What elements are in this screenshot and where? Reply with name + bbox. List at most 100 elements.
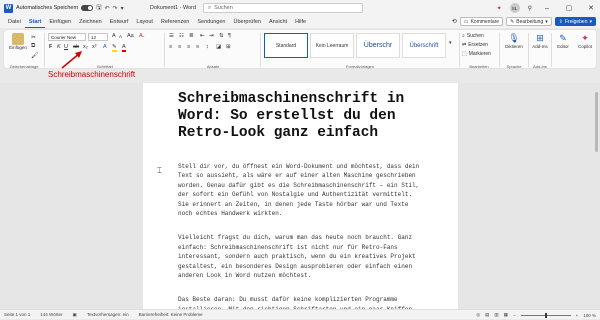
tab-referenzen[interactable]: Referenzen bbox=[157, 16, 193, 28]
copilot-button[interactable]: ✦ Copilot bbox=[574, 33, 596, 49]
comments-button[interactable]: ▭ Kommentare bbox=[460, 17, 503, 26]
vertical-scrollbar[interactable] bbox=[594, 88, 598, 303]
editor-button[interactable]: ✎ Editor bbox=[553, 33, 573, 49]
web-layout-icon[interactable]: ▦ bbox=[504, 312, 508, 318]
find-label: Suchen bbox=[467, 33, 484, 39]
align-left-icon[interactable]: ≡ bbox=[169, 44, 172, 50]
find-button[interactable]: ⌕ Suchen bbox=[462, 33, 484, 39]
text-cursor-icon: ⌶ bbox=[157, 166, 162, 176]
scrollbar-thumb[interactable] bbox=[595, 92, 598, 152]
share-icon: ⇪ bbox=[559, 19, 563, 25]
font-color-icon[interactable]: A bbox=[122, 44, 126, 52]
addins-group: ⊞ Add-Ins Add-Ins bbox=[530, 30, 550, 70]
more-commands-icon[interactable]: ▾ bbox=[121, 5, 124, 12]
tab-ueberpruefen[interactable]: Überprüfen bbox=[229, 16, 265, 28]
tab-datei[interactable]: Datei bbox=[4, 16, 25, 28]
bullets-icon[interactable]: ☰ bbox=[169, 33, 174, 39]
save-icon[interactable]: 🖫 bbox=[96, 3, 101, 13]
tab-start[interactable]: Start bbox=[25, 16, 46, 28]
shrink-font-icon[interactable]: A bbox=[119, 34, 122, 39]
superscript-button[interactable]: x² bbox=[92, 44, 97, 50]
zoom-in-icon[interactable]: + bbox=[576, 313, 579, 318]
tab-sendungen[interactable]: Sendungen bbox=[193, 16, 229, 28]
addins-label: Add-Ins bbox=[531, 44, 549, 49]
styles-more-icon[interactable]: ▾ bbox=[449, 40, 452, 46]
show-marks-icon[interactable]: ¶ bbox=[228, 33, 231, 39]
proofing-icon[interactable]: ▣ bbox=[73, 312, 77, 318]
search-input[interactable]: ⌕ Suchen bbox=[203, 3, 363, 13]
chevron-down-icon: ▾ bbox=[545, 19, 548, 25]
search-icon: ⌕ bbox=[462, 33, 465, 39]
bold-button[interactable]: F bbox=[49, 44, 52, 50]
focus-icon[interactable]: ◎ bbox=[476, 312, 480, 318]
status-bar: Seite 1 von 1 144 Wörter ▣ Textvorhersag… bbox=[0, 309, 600, 319]
zoom-slider-thumb[interactable] bbox=[545, 313, 547, 318]
tab-einfuegen[interactable]: Einfügen bbox=[45, 16, 75, 28]
tab-entwurf[interactable]: Entwurf bbox=[106, 16, 133, 28]
tab-zeichnen[interactable]: Zeichnen bbox=[75, 16, 106, 28]
editing-mode-button[interactable]: ✎ Bearbeitung ▾ bbox=[506, 17, 552, 26]
tab-hilfe[interactable]: Hilfe bbox=[291, 16, 310, 28]
increase-indent-icon[interactable]: ⇥ bbox=[209, 33, 214, 39]
align-center-icon[interactable]: ≡ bbox=[178, 44, 181, 50]
select-button[interactable]: ⬚ Markieren bbox=[462, 51, 491, 57]
sort-icon[interactable]: ⇅ bbox=[219, 33, 224, 39]
document-page[interactable]: Schreibmaschinenschrift in Word: So erst… bbox=[143, 83, 458, 309]
shading-icon[interactable]: ◪ bbox=[216, 44, 221, 50]
justify-icon[interactable]: ≡ bbox=[196, 44, 199, 50]
text-prediction-status[interactable]: Textvorhersagen: ein bbox=[87, 312, 129, 317]
maximize-button[interactable]: ▢ bbox=[562, 4, 576, 12]
avatar[interactable]: SL bbox=[510, 3, 520, 13]
clipboard-group-label: Zwischenablage bbox=[6, 64, 42, 69]
tab-ansicht[interactable]: Ansicht bbox=[265, 16, 291, 28]
cut-icon[interactable]: ✂ bbox=[31, 34, 36, 41]
word-count[interactable]: 144 Wörter bbox=[40, 312, 62, 317]
highlight-icon[interactable]: ✎ bbox=[112, 44, 117, 52]
paste-button[interactable]: Einfügen bbox=[9, 33, 27, 50]
clear-format-icon[interactable]: A̶ bbox=[139, 33, 143, 39]
share-button[interactable]: ⇪ Freigeben ▾ bbox=[555, 17, 596, 26]
format-painter-icon[interactable]: 🖌 bbox=[31, 52, 39, 59]
style-heading-1[interactable]: Überschr bbox=[356, 33, 400, 58]
undo-icon[interactable]: ↶ bbox=[105, 5, 110, 12]
read-mode-icon[interactable]: ▤ bbox=[485, 312, 489, 318]
style-no-spacing[interactable]: Kein Leerraum bbox=[310, 33, 354, 58]
zoom-level[interactable]: 100 % bbox=[583, 313, 596, 318]
print-layout-icon[interactable]: ▥ bbox=[494, 312, 498, 318]
dictate-button[interactable]: 🎙 Diktieren bbox=[503, 33, 525, 49]
tab-layout[interactable]: Layout bbox=[132, 16, 157, 28]
autosave-toggle[interactable] bbox=[81, 5, 93, 11]
font-size-value: 12 bbox=[91, 35, 96, 40]
change-case-icon[interactable]: Aa bbox=[127, 33, 134, 39]
zoom-out-icon[interactable]: − bbox=[513, 313, 516, 318]
annotation-label: Schreibmaschinenschrift bbox=[48, 70, 135, 79]
align-right-icon[interactable]: ≡ bbox=[187, 44, 190, 50]
zoom-slider[interactable] bbox=[521, 315, 571, 316]
redo-icon[interactable]: ↷ bbox=[113, 5, 118, 12]
line-spacing-icon[interactable]: ↕ bbox=[206, 44, 209, 50]
text-effects-icon[interactable]: A bbox=[103, 44, 107, 50]
grow-font-icon[interactable]: A bbox=[112, 33, 116, 39]
numbering-icon[interactable]: ☷ bbox=[179, 33, 184, 39]
style-standard-label: Standard bbox=[276, 43, 296, 49]
ribbon-tabs: Datei Start Einfügen Zeichnen Entwurf La… bbox=[0, 16, 600, 28]
replace-label: Ersetzen bbox=[468, 42, 488, 48]
style-standard[interactable]: Standard bbox=[264, 33, 308, 58]
addins-button[interactable]: ⊞ Add-Ins bbox=[531, 33, 549, 49]
page-count[interactable]: Seite 1 von 1 bbox=[4, 312, 30, 317]
multilevel-list-icon[interactable]: ≣ bbox=[189, 33, 194, 39]
bulb-icon[interactable]: ⚲ bbox=[528, 5, 532, 12]
font-size-select[interactable]: 12 bbox=[88, 33, 108, 41]
copy-icon[interactable]: ⧉ bbox=[31, 43, 35, 50]
minimize-button[interactable]: – bbox=[540, 5, 554, 12]
decrease-indent-icon[interactable]: ⇤ bbox=[200, 33, 205, 39]
close-button[interactable]: ✕ bbox=[584, 4, 598, 12]
copilot-icon[interactable]: ✦ bbox=[497, 5, 502, 12]
style-heading-2[interactable]: Überschrift bbox=[402, 33, 446, 58]
borders-icon[interactable]: ⊞ bbox=[226, 44, 231, 50]
replace-button[interactable]: ⇄ Ersetzen bbox=[462, 42, 488, 48]
accessibility-status[interactable]: Barrierefreiheit: Keine Probleme bbox=[139, 312, 203, 317]
font-name-select[interactable]: Courier New bbox=[48, 33, 86, 41]
select-icon: ⬚ bbox=[462, 51, 467, 57]
history-icon[interactable]: ⟲ bbox=[452, 18, 457, 25]
